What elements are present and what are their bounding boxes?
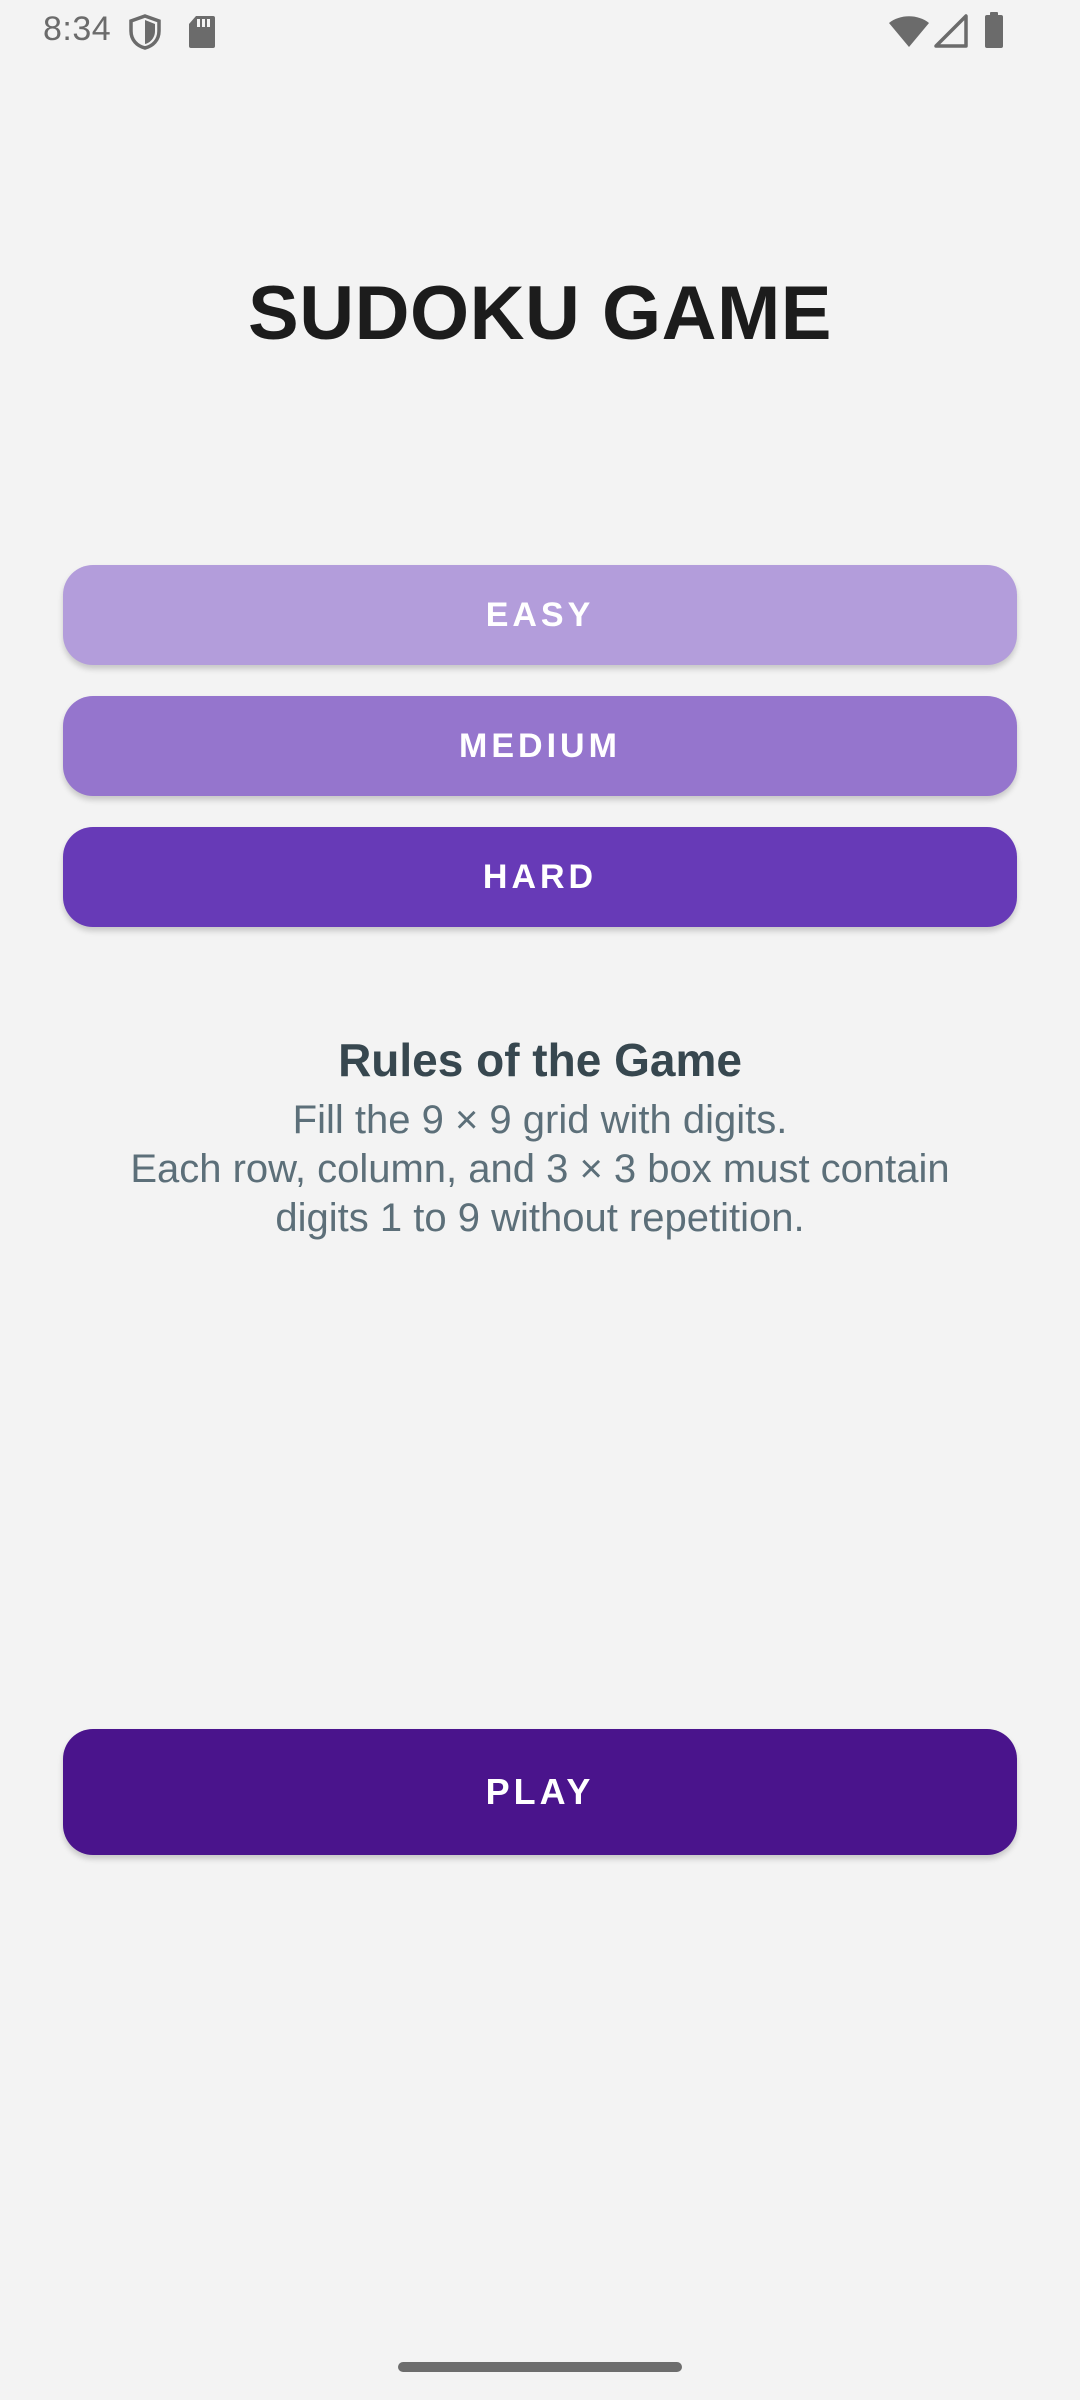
wifi-icon	[889, 16, 929, 47]
play-button[interactable]: PLAY	[63, 1729, 1017, 1855]
gesture-nav-handle[interactable]	[398, 2362, 682, 2372]
signal-icon	[934, 14, 968, 48]
sudoku-home-screen: 8:34 SUDOKU GAME EASY MEDIUM HARD Rules …	[0, 0, 1080, 2400]
page-title: SUDOKU GAME	[248, 271, 832, 356]
status-bar: 8:34	[0, 0, 1080, 64]
rules-line: Fill the 9 × 9 grid with digits.	[292, 1098, 788, 1142]
rules-line: Each row, column, and 3 × 3 box must con…	[130, 1147, 950, 1191]
rules-line: digits 1 to 9 without repetition.	[275, 1196, 805, 1240]
hard-button[interactable]: HARD	[63, 827, 1017, 927]
medium-button[interactable]: MEDIUM	[63, 696, 1017, 796]
status-time: 8:34	[43, 10, 112, 48]
battery-icon	[985, 12, 1003, 48]
rules-title: Rules of the Game	[338, 1034, 742, 1086]
sd-card-icon	[189, 16, 215, 48]
shield-icon	[129, 14, 161, 50]
easy-button[interactable]: EASY	[63, 565, 1017, 665]
